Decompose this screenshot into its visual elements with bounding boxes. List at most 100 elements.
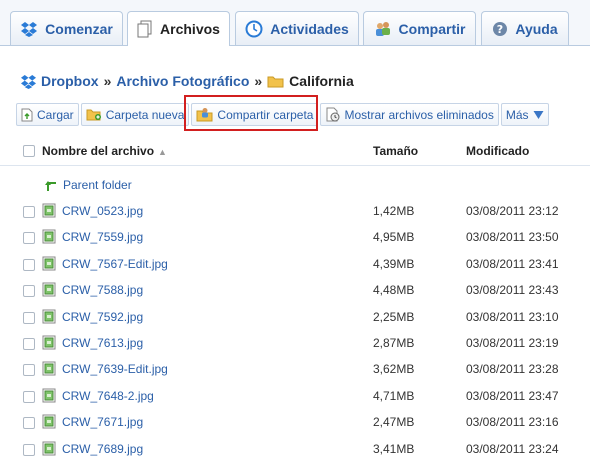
tab-label: Compartir: [398, 20, 466, 37]
breadcrumb-folder-link[interactable]: Archivo Fotográfico: [116, 73, 249, 89]
file-name-link[interactable]: CRW_7559.jpg: [42, 229, 143, 244]
column-header-name[interactable]: Nombre del archivo ▲: [42, 144, 167, 158]
image-file-icon: [42, 256, 56, 271]
tab-bar: Comenzar Archivos Actividades Compartir …: [0, 0, 590, 46]
table-row[interactable]: CRW_7689.jpg 3,41MB 03/08/2011 23:24: [0, 437, 590, 463]
file-modified: 03/08/2011 23:12: [466, 204, 559, 218]
row-checkbox[interactable]: [23, 259, 35, 271]
table-row[interactable]: CRW_0523.jpg 1,42MB 03/08/2011 23:12: [0, 199, 590, 225]
dropbox-icon: [20, 21, 38, 37]
show-deleted-files-button[interactable]: Mostrar archivos eliminados: [320, 103, 499, 126]
file-name-link[interactable]: CRW_7567-Edit.jpg: [42, 256, 168, 271]
table-row[interactable]: CRW_7648-2.jpg 4,71MB 03/08/2011 23:47: [0, 384, 590, 410]
file-name-link[interactable]: CRW_7592.jpg: [42, 309, 143, 324]
image-file-icon: [42, 388, 56, 403]
file-modified: 03/08/2011 23:24: [466, 442, 559, 456]
tab-label: Ayuda: [515, 20, 558, 37]
files-icon: [137, 20, 153, 38]
file-modified: 03/08/2011 23:10: [466, 310, 559, 324]
file-size: 1,42MB: [373, 204, 415, 218]
image-file-icon: [42, 441, 56, 456]
row-checkbox[interactable]: [23, 206, 35, 218]
tab-actividades[interactable]: Actividades: [235, 11, 359, 45]
table-row[interactable]: CRW_7639-Edit.jpg 3,62MB 03/08/2011 23:2…: [0, 357, 590, 383]
file-name: CRW_7588.jpg: [62, 282, 144, 297]
file-size: 4,48MB: [373, 283, 415, 297]
row-checkbox[interactable]: [23, 444, 35, 456]
breadcrumb-separator: »: [103, 73, 112, 89]
file-modified: 03/08/2011 23:41: [466, 257, 559, 271]
clock-icon: [245, 20, 263, 38]
table-row[interactable]: CRW_7588.jpg 4,48MB 03/08/2011 23:43: [0, 278, 590, 304]
file-name-link[interactable]: CRW_7648-2.jpg: [42, 388, 154, 403]
row-checkbox[interactable]: [23, 312, 35, 324]
breadcrumb-current: California: [289, 73, 354, 89]
tab-label: Comenzar: [45, 20, 113, 37]
breadcrumb: Dropbox » Archivo Fotográfico » Californ…: [20, 73, 354, 89]
file-name: CRW_7592.jpg: [62, 309, 144, 324]
file-modified: 03/08/2011 23:43: [466, 283, 559, 297]
highlight-box: [184, 95, 318, 131]
tab-comenzar[interactable]: Comenzar: [10, 11, 123, 45]
more-label: Más: [505, 107, 529, 122]
file-name-link[interactable]: CRW_7639-Edit.jpg: [42, 361, 168, 376]
file-name: CRW_7639-Edit.jpg: [62, 361, 168, 376]
file-name: CRW_7671.jpg: [62, 414, 144, 429]
dropbox-icon: [20, 74, 37, 89]
breadcrumb-root-link[interactable]: Dropbox: [41, 73, 99, 89]
tab-archivos[interactable]: Archivos: [127, 11, 230, 46]
image-file-icon: [42, 361, 56, 376]
image-file-icon: [42, 229, 56, 244]
select-all-checkbox[interactable]: [23, 145, 35, 157]
column-header-size[interactable]: Tamaño: [373, 144, 418, 158]
column-header-name-label: Nombre del archivo: [42, 144, 155, 158]
tab-label: Actividades: [270, 20, 349, 37]
table-row[interactable]: CRW_7567-Edit.jpg 4,39MB 03/08/2011 23:4…: [0, 252, 590, 278]
row-checkbox[interactable]: [23, 417, 35, 429]
file-name-link[interactable]: CRW_7613.jpg: [42, 335, 143, 350]
file-name-link[interactable]: CRW_7671.jpg: [42, 414, 143, 429]
file-modified: 03/08/2011 23:19: [466, 336, 559, 350]
file-modified: 03/08/2011 23:47: [466, 389, 559, 403]
table-row[interactable]: CRW_7559.jpg 4,95MB 03/08/2011 23:50: [0, 225, 590, 251]
file-name-link[interactable]: CRW_7588.jpg: [42, 282, 143, 297]
table-row[interactable]: CRW_7592.jpg 2,25MB 03/08/2011 23:10: [0, 305, 590, 331]
file-size: 4,71MB: [373, 389, 415, 403]
upload-label: Cargar: [37, 107, 74, 122]
new-folder-button[interactable]: Carpeta nueva: [80, 103, 190, 126]
up-arrow-icon: [44, 178, 59, 192]
row-checkbox[interactable]: [23, 364, 35, 376]
column-header-modified[interactable]: Modificado: [466, 144, 529, 158]
tab-ayuda[interactable]: ? Ayuda: [481, 11, 569, 45]
breadcrumb-separator: »: [254, 73, 263, 89]
table-row[interactable]: CRW_7613.jpg 2,87MB 03/08/2011 23:19: [0, 331, 590, 357]
row-checkbox[interactable]: [23, 232, 35, 244]
file-name: CRW_7559.jpg: [62, 229, 144, 244]
folder-icon: [267, 75, 284, 88]
file-name-link[interactable]: CRW_0523.jpg: [42, 203, 143, 218]
row-checkbox[interactable]: [23, 285, 35, 297]
image-file-icon: [42, 203, 56, 218]
file-modified: 03/08/2011 23:50: [466, 230, 559, 244]
table-row[interactable]: CRW_7671.jpg 2,47MB 03/08/2011 23:16: [0, 410, 590, 436]
file-name-link[interactable]: CRW_7689.jpg: [42, 441, 143, 456]
tab-compartir[interactable]: Compartir: [363, 11, 476, 45]
svg-text:?: ?: [497, 23, 503, 36]
file-size: 3,62MB: [373, 362, 415, 376]
row-checkbox[interactable]: [23, 338, 35, 350]
tab-label: Archivos: [160, 21, 220, 37]
show-deleted-label: Mostrar archivos eliminados: [344, 107, 494, 122]
help-icon: ?: [492, 21, 508, 37]
more-dropdown-button[interactable]: Más: [500, 103, 549, 126]
file-name: CRW_7689.jpg: [62, 441, 144, 456]
deleted-files-icon: [325, 107, 340, 122]
new-folder-label: Carpeta nueva: [105, 107, 185, 122]
row-checkbox[interactable]: [23, 391, 35, 403]
parent-folder-link[interactable]: Parent folder: [44, 178, 132, 192]
table-header: Nombre del archivo ▲ Tamaño Modificado: [0, 140, 590, 166]
file-name: CRW_7567-Edit.jpg: [62, 256, 168, 271]
upload-button[interactable]: Cargar: [16, 103, 79, 126]
file-modified: 03/08/2011 23:16: [466, 415, 559, 429]
file-size: 2,25MB: [373, 310, 415, 324]
upload-icon: [21, 108, 33, 122]
